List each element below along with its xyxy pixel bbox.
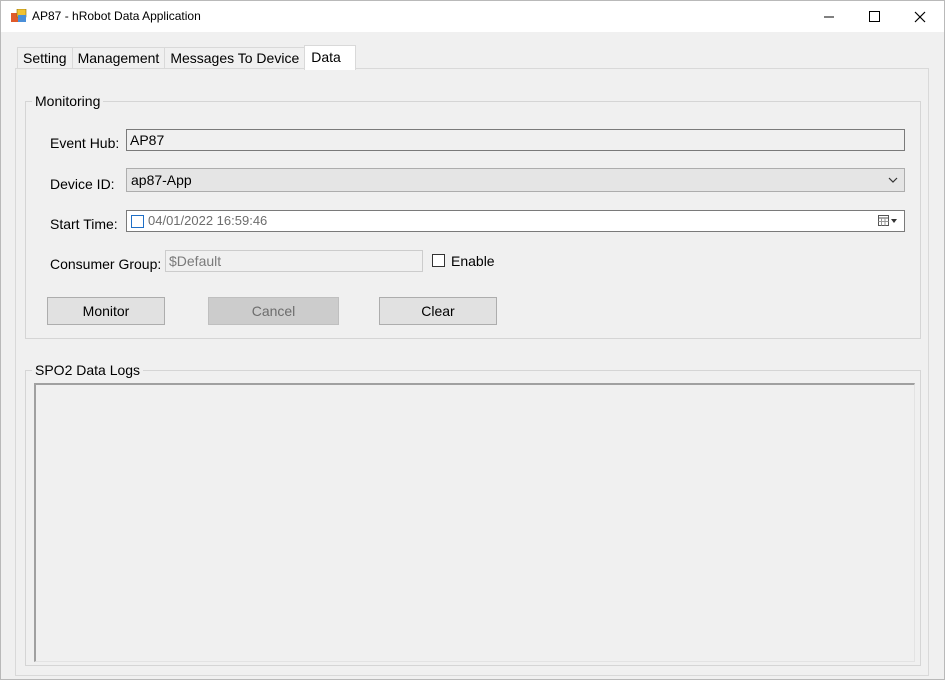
device-id-value: ap87-App (131, 172, 192, 188)
spo2-logs-group-title: SPO2 Data Logs (32, 362, 144, 378)
minimize-icon (823, 16, 834, 18)
monitor-button[interactable]: Monitor (47, 297, 165, 325)
start-time-checkbox[interactable] (131, 215, 144, 228)
enable-label[interactable]: Enable (451, 253, 495, 269)
tab-messages-to-device[interactable]: Messages To Device (164, 47, 306, 69)
event-hub-label: Event Hub: (50, 135, 120, 151)
calendar-dropdown-icon[interactable] (878, 215, 898, 227)
app-icon (11, 9, 27, 22)
device-id-select[interactable]: ap87-App (126, 168, 905, 192)
spo2-logs-group: SPO2 Data Logs (25, 362, 921, 666)
tab-strip: Setting Management Messages To Device Da… (17, 45, 356, 70)
minimize-button[interactable] (806, 1, 852, 32)
tab-management[interactable]: Management (71, 47, 166, 69)
monitoring-group-title: Monitoring (32, 93, 104, 109)
monitoring-group: Monitoring Event Hub: AP87 Device ID: ap… (25, 93, 921, 339)
chevron-down-icon (888, 177, 898, 183)
clear-button[interactable]: Clear (379, 297, 497, 325)
enable-checkbox[interactable] (432, 254, 445, 267)
title-bar[interactable]: AP87 - hRobot Data Application (1, 1, 944, 32)
window-title: AP87 - hRobot Data Application (32, 9, 201, 23)
start-time-picker[interactable]: 04/01/2022 16:59:46 (126, 210, 905, 232)
consumer-group-field[interactable]: $Default (165, 250, 423, 272)
cancel-button[interactable]: Cancel (208, 297, 339, 325)
close-button[interactable] (897, 1, 943, 32)
maximize-button[interactable] (851, 1, 897, 32)
start-time-value: 04/01/2022 16:59:46 (148, 213, 268, 228)
tab-data[interactable]: Data (304, 45, 356, 70)
maximize-icon (868, 11, 880, 22)
data-tab-page: Monitoring Event Hub: AP87 Device ID: ap… (15, 68, 929, 676)
tab-setting[interactable]: Setting (17, 47, 73, 69)
event-hub-field[interactable]: AP87 (126, 129, 905, 151)
app-window: AP87 - hRobot Data Application Setting M… (0, 0, 945, 680)
start-time-label: Start Time: (50, 216, 118, 232)
consumer-group-label: Consumer Group: (50, 256, 162, 272)
close-icon (914, 11, 926, 22)
spo2-logs-textarea[interactable] (34, 383, 915, 662)
device-id-label: Device ID: (50, 176, 115, 192)
